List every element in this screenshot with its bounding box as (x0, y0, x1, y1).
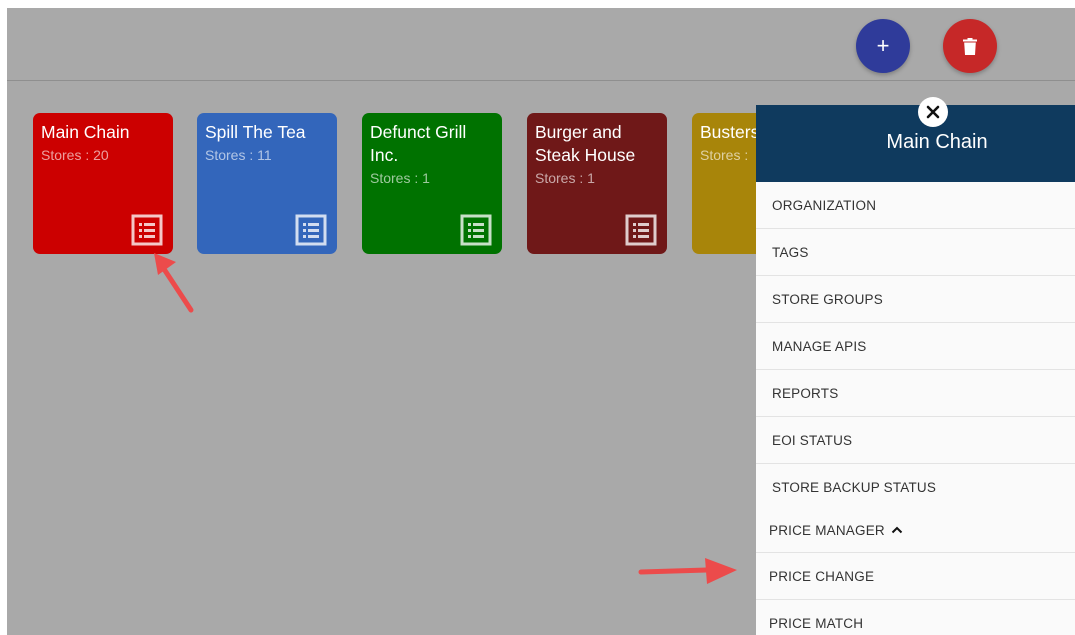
trash-icon (963, 37, 977, 55)
menu-item-price-match[interactable]: PRICE MATCH (756, 600, 1075, 635)
menu-item-organization[interactable]: ORGANIZATION (756, 182, 1075, 229)
menu-item-label: REPORTS (772, 385, 839, 401)
chain-side-panel: Main Chain ORGANIZATION TAGS STORE GROUP… (756, 97, 1075, 635)
menu-item-label: STORE GROUPS (772, 291, 883, 307)
chain-card-main-chain[interactable]: Main Chain Stores : 20 (33, 113, 173, 254)
menu-item-store-backup-status[interactable]: STORE BACKUP STATUS (756, 464, 1075, 511)
menu-item-label: TAGS (772, 244, 809, 260)
chain-name: Spill The Tea (205, 122, 306, 142)
plus-icon: + (876, 33, 890, 58)
menu-item-label: STORE BACKUP STATUS (772, 480, 937, 495)
store-count: Stores : 1 (370, 170, 430, 186)
panel-header: Main Chain (756, 105, 1075, 182)
annotation-arrow-price-change (638, 558, 737, 584)
menu-group-label: PRICE MANAGER (769, 522, 885, 538)
list-details-icon[interactable] (295, 214, 327, 246)
menu-item-manage-apis[interactable]: MANAGE APIS (756, 323, 1075, 370)
menu-item-label: MANAGE APIS (772, 338, 867, 354)
panel-title: Main Chain (886, 131, 988, 153)
menu-item-label: PRICE CHANGE (769, 568, 875, 584)
delete-button[interactable] (943, 19, 997, 73)
menu-item-store-groups[interactable]: STORE GROUPS (756, 276, 1075, 323)
store-count: Stores : 20 (41, 147, 109, 163)
top-bar: + (7, 8, 1075, 81)
app-screen: + Main Chain Stores : 20 Spill The Tea S… (7, 8, 1075, 635)
menu-item-price-change[interactable]: PRICE CHANGE (756, 553, 1075, 600)
menu-item-label: EOI STATUS (772, 432, 853, 448)
chain-card-defunct-grill[interactable]: Defunct Grill Inc. Stores : 1 (362, 113, 502, 254)
menu-item-reports[interactable]: REPORTS (756, 370, 1075, 417)
chevron-up-icon (891, 526, 903, 534)
add-chain-button[interactable]: + (856, 19, 910, 73)
chain-card-burger-and-steak-house[interactable]: Burger and Steak House Stores : 1 (527, 113, 667, 254)
list-details-icon[interactable] (460, 214, 492, 246)
chain-name: Defunct Grill Inc. (370, 122, 467, 165)
close-icon (926, 105, 940, 119)
menu-group-price-manager[interactable]: PRICE MANAGER (756, 508, 1075, 553)
close-panel-button[interactable] (918, 97, 948, 127)
menu-item-label: PRICE MATCH (769, 615, 864, 631)
store-count: Stores : 1 (535, 170, 595, 186)
chain-card-spill-the-tea[interactable]: Spill The Tea Stores : 11 (197, 113, 337, 254)
menu-item-eoi-status[interactable]: EOI STATUS (756, 417, 1075, 464)
list-details-icon[interactable] (131, 214, 163, 246)
list-details-icon[interactable] (625, 214, 657, 246)
annotation-arrow-list-icon (154, 253, 194, 313)
menu-item-tags[interactable]: TAGS (756, 229, 1075, 276)
chain-name: Burger and Steak House (535, 122, 636, 165)
menu-item-label: ORGANIZATION (772, 197, 877, 213)
chain-name: Main Chain (41, 122, 130, 142)
store-count: Stores : 11 (205, 147, 272, 163)
